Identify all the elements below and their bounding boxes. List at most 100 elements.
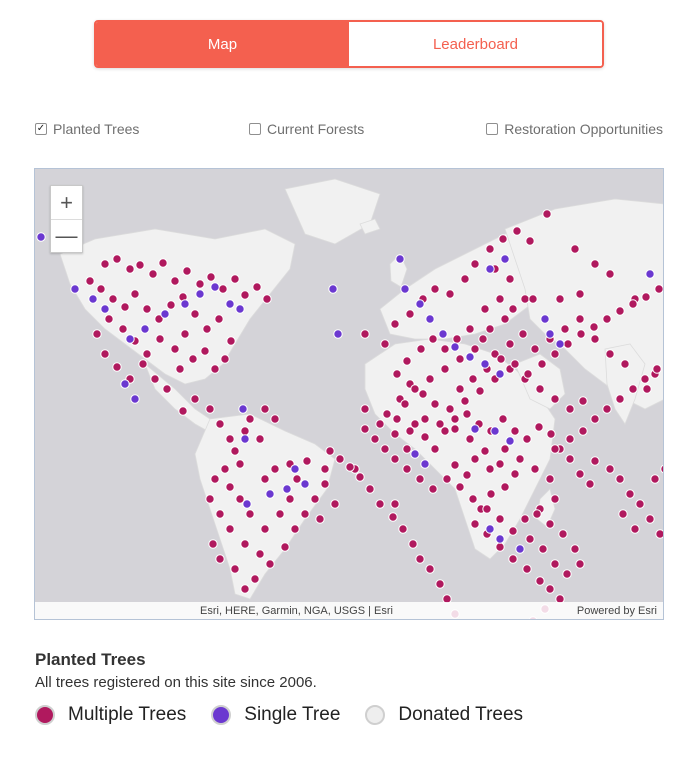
multiple-trees-marker[interactable] xyxy=(170,276,180,286)
single-tree-marker[interactable] xyxy=(415,299,425,309)
single-tree-marker[interactable] xyxy=(645,269,655,279)
filter-restoration-opportunities[interactable]: Restoration Opportunities xyxy=(486,121,663,137)
multiple-trees-marker[interactable] xyxy=(202,324,212,334)
multiple-trees-marker[interactable] xyxy=(495,294,505,304)
multiple-trees-marker[interactable] xyxy=(92,329,102,339)
multiple-trees-marker[interactable] xyxy=(545,519,555,529)
single-tree-marker[interactable] xyxy=(240,434,250,444)
multiple-trees-marker[interactable] xyxy=(537,359,547,369)
multiple-trees-marker[interactable] xyxy=(508,304,518,314)
multiple-trees-marker[interactable] xyxy=(360,329,370,339)
multiple-trees-marker[interactable] xyxy=(530,344,540,354)
single-tree-marker[interactable] xyxy=(500,254,510,264)
multiple-trees-marker[interactable] xyxy=(550,494,560,504)
multiple-trees-marker[interactable] xyxy=(390,319,400,329)
single-tree-marker[interactable] xyxy=(235,304,245,314)
multiple-trees-marker[interactable] xyxy=(462,470,472,480)
multiple-trees-marker[interactable] xyxy=(112,254,122,264)
multiple-trees-marker[interactable] xyxy=(402,356,412,366)
multiple-trees-marker[interactable] xyxy=(545,474,555,484)
multiple-trees-marker[interactable] xyxy=(500,482,510,492)
single-tree-marker[interactable] xyxy=(160,309,170,319)
multiple-trees-marker[interactable] xyxy=(470,259,480,269)
multiple-trees-marker[interactable] xyxy=(355,472,365,482)
multiple-trees-marker[interactable] xyxy=(418,389,428,399)
multiple-trees-marker[interactable] xyxy=(215,509,225,519)
multiple-trees-marker[interactable] xyxy=(125,264,135,274)
multiple-trees-marker[interactable] xyxy=(563,339,573,349)
multiple-trees-marker[interactable] xyxy=(550,559,560,569)
single-tree-marker[interactable] xyxy=(438,329,448,339)
multiple-trees-marker[interactable] xyxy=(392,369,402,379)
multiple-trees-marker[interactable] xyxy=(590,414,600,424)
multiple-trees-marker[interactable] xyxy=(388,512,398,522)
multiple-trees-marker[interactable] xyxy=(180,329,190,339)
multiple-trees-marker[interactable] xyxy=(270,464,280,474)
multiple-trees-marker[interactable] xyxy=(642,384,652,394)
world-map[interactable]: + — Esri, HERE, Garmin, NGA, USGS | Esri… xyxy=(34,168,664,620)
multiple-trees-marker[interactable] xyxy=(96,284,106,294)
single-tree-marker[interactable] xyxy=(545,329,555,339)
multiple-trees-marker[interactable] xyxy=(532,509,542,519)
single-tree-marker[interactable] xyxy=(450,342,460,352)
multiple-trees-marker[interactable] xyxy=(225,482,235,492)
multiple-trees-marker[interactable] xyxy=(302,456,312,466)
multiple-trees-marker[interactable] xyxy=(495,514,505,524)
multiple-trees-marker[interactable] xyxy=(485,244,495,254)
multiple-trees-marker[interactable] xyxy=(226,336,236,346)
single-tree-marker[interactable] xyxy=(410,449,420,459)
multiple-trees-marker[interactable] xyxy=(120,302,130,312)
multiple-trees-marker[interactable] xyxy=(190,394,200,404)
multiple-trees-marker[interactable] xyxy=(652,364,662,374)
multiple-trees-marker[interactable] xyxy=(435,579,445,589)
multiple-trees-marker[interactable] xyxy=(206,272,216,282)
single-tree-marker[interactable] xyxy=(140,324,150,334)
multiple-trees-marker[interactable] xyxy=(452,334,462,344)
multiple-trees-marker[interactable] xyxy=(578,396,588,406)
multiple-trees-marker[interactable] xyxy=(530,464,540,474)
multiple-trees-marker[interactable] xyxy=(570,244,580,254)
multiple-trees-marker[interactable] xyxy=(112,362,122,372)
multiple-trees-marker[interactable] xyxy=(118,324,128,334)
multiple-trees-marker[interactable] xyxy=(230,564,240,574)
filter-planted-trees[interactable]: ✓ Planted Trees xyxy=(35,121,139,137)
multiple-trees-marker[interactable] xyxy=(415,474,425,484)
multiple-trees-marker[interactable] xyxy=(170,344,180,354)
multiple-trees-marker[interactable] xyxy=(400,399,410,409)
multiple-trees-marker[interactable] xyxy=(166,300,176,310)
multiple-trees-marker[interactable] xyxy=(240,290,250,300)
multiple-trees-marker[interactable] xyxy=(370,434,380,444)
multiple-trees-marker[interactable] xyxy=(555,294,565,304)
multiple-trees-marker[interactable] xyxy=(550,444,560,454)
multiple-trees-marker[interactable] xyxy=(240,539,250,549)
multiple-trees-marker[interactable] xyxy=(470,519,480,529)
multiple-trees-marker[interactable] xyxy=(360,404,370,414)
multiple-trees-marker[interactable] xyxy=(148,269,158,279)
multiple-trees-marker[interactable] xyxy=(190,309,200,319)
multiple-trees-marker[interactable] xyxy=(390,499,400,509)
single-tree-marker[interactable] xyxy=(265,489,275,499)
multiple-trees-marker[interactable] xyxy=(320,479,330,489)
multiple-trees-marker[interactable] xyxy=(420,432,430,442)
single-tree-marker[interactable] xyxy=(555,339,565,349)
multiple-trees-marker[interactable] xyxy=(620,359,630,369)
multiple-trees-marker[interactable] xyxy=(195,279,205,289)
multiple-trees-marker[interactable] xyxy=(200,346,210,356)
multiple-trees-marker[interactable] xyxy=(640,374,650,384)
multiple-trees-marker[interactable] xyxy=(618,509,628,519)
multiple-trees-marker[interactable] xyxy=(498,414,508,424)
multiple-trees-marker[interactable] xyxy=(534,422,544,432)
multiple-trees-marker[interactable] xyxy=(523,369,533,379)
multiple-trees-marker[interactable] xyxy=(650,474,660,484)
multiple-trees-marker[interactable] xyxy=(292,474,302,484)
multiple-trees-marker[interactable] xyxy=(430,399,440,409)
multiple-trees-marker[interactable] xyxy=(495,459,505,469)
multiple-trees-marker[interactable] xyxy=(188,354,198,364)
multiple-trees-marker[interactable] xyxy=(478,334,488,344)
multiple-trees-marker[interactable] xyxy=(510,469,520,479)
multiple-trees-marker[interactable] xyxy=(630,524,640,534)
multiple-trees-marker[interactable] xyxy=(455,384,465,394)
multiple-trees-marker[interactable] xyxy=(440,344,450,354)
multiple-trees-marker[interactable] xyxy=(175,364,185,374)
single-tree-marker[interactable] xyxy=(495,369,505,379)
